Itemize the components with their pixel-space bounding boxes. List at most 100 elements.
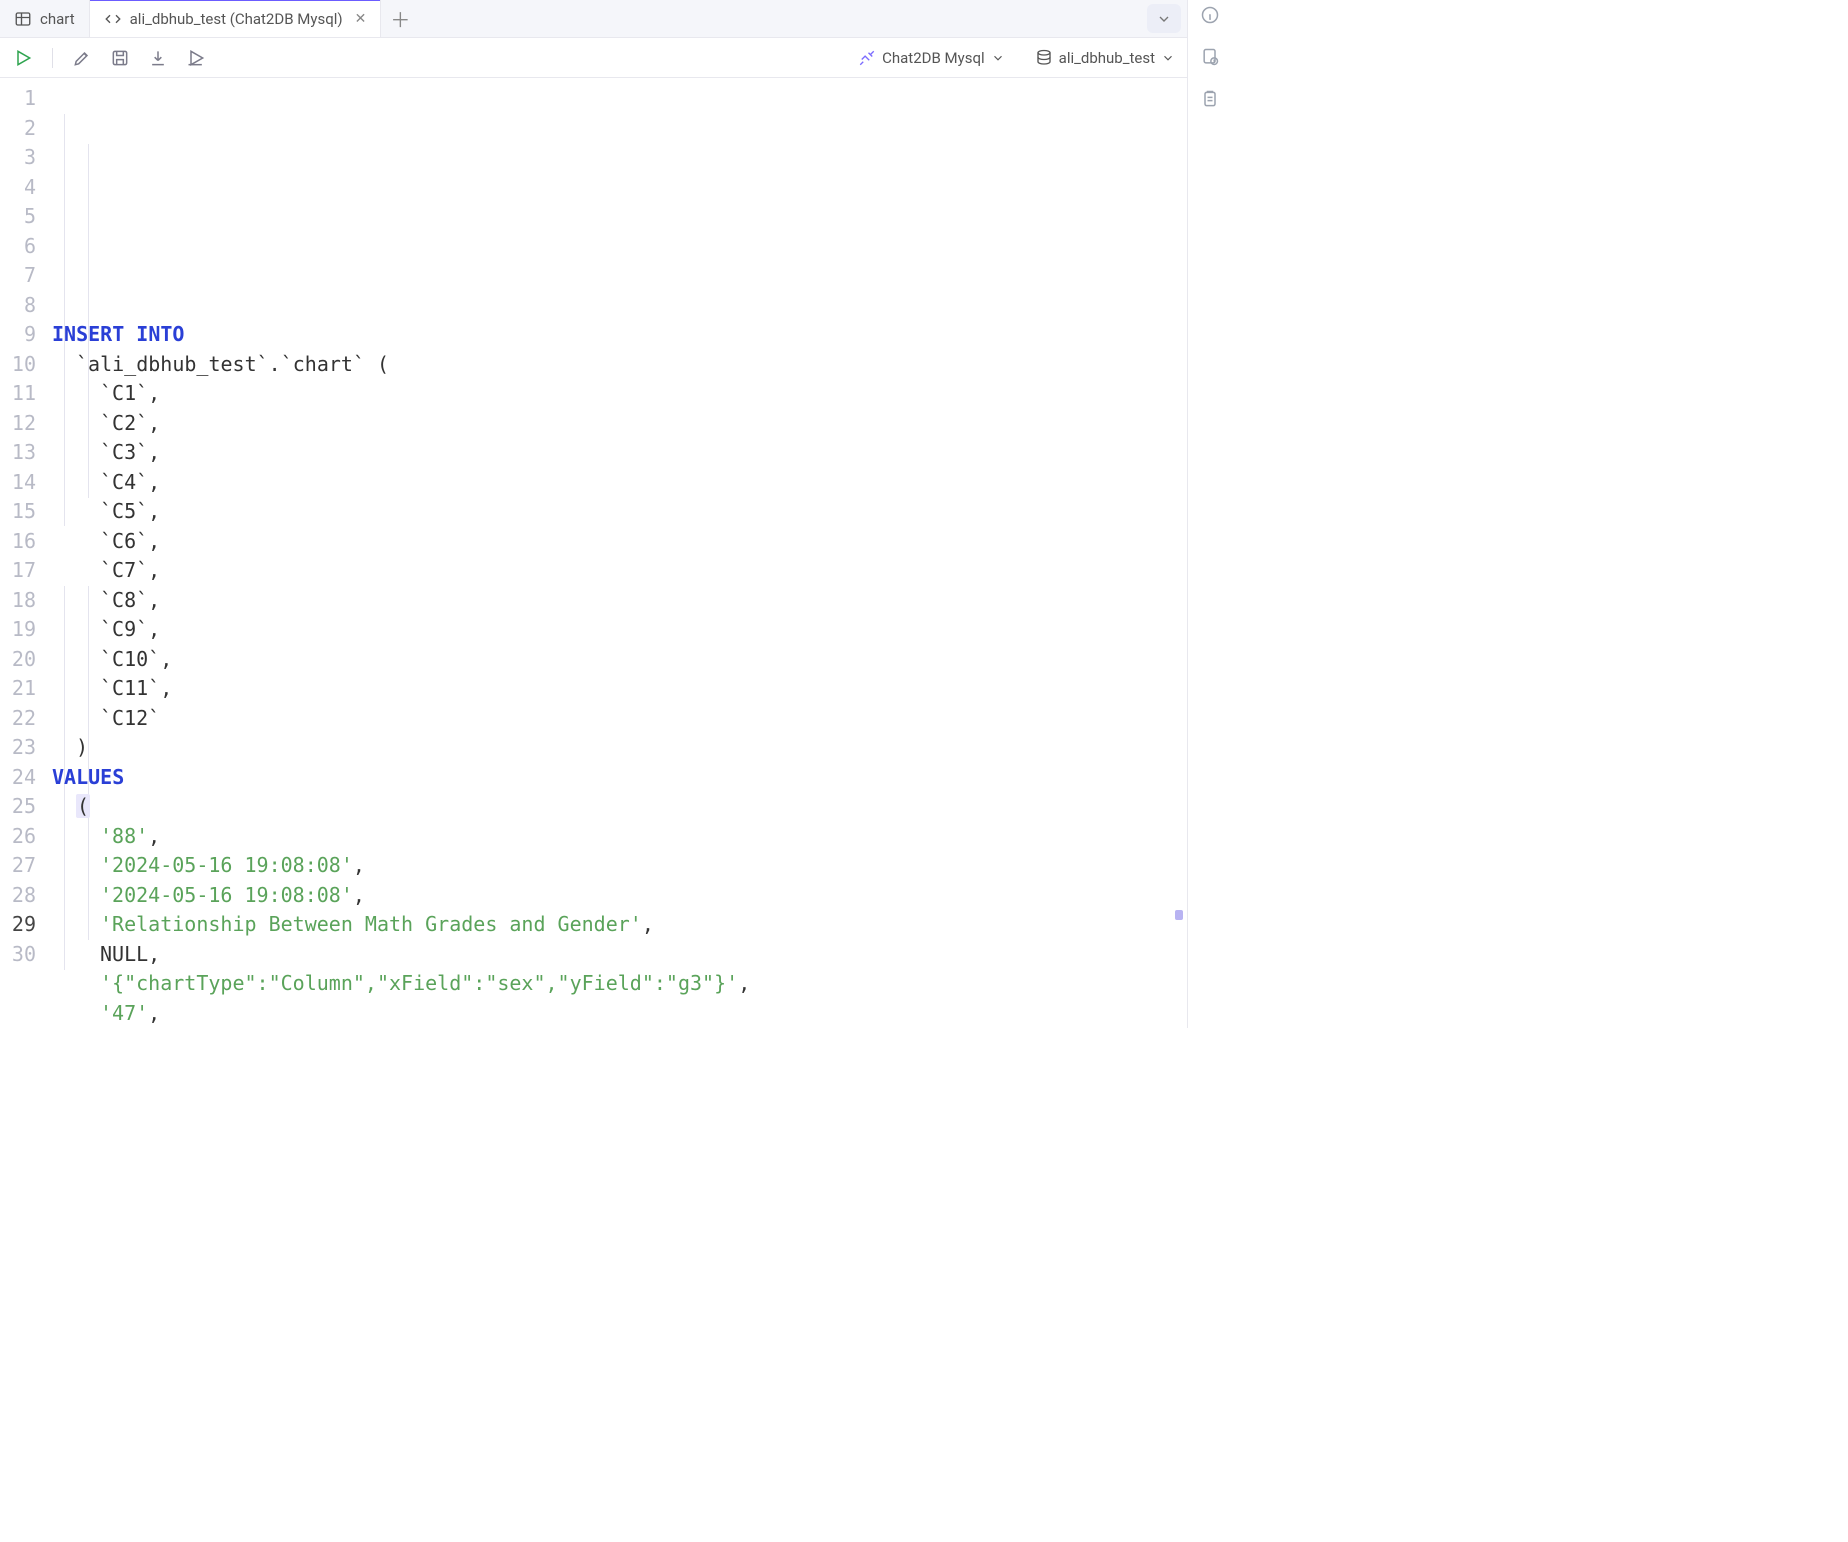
token-punct: , [148, 529, 160, 553]
tab-label: chart [40, 10, 75, 28]
line-number: 16 [0, 527, 36, 557]
tab-chart[interactable]: chart [0, 0, 90, 37]
line-number: 14 [0, 468, 36, 498]
code-line[interactable]: '88', [48, 822, 1187, 852]
code-line[interactable]: `C12` [48, 704, 1187, 734]
chevron-down-icon [1161, 51, 1175, 65]
token-str: 'Relationship Between Math Grades and Ge… [100, 912, 642, 936]
token-nullkw: NULL [100, 942, 148, 966]
connection-selector[interactable]: Chat2DB Mysql [858, 49, 1005, 67]
code-line[interactable]: `C1`, [48, 379, 1187, 409]
code-line[interactable]: 'Relationship Between Math Grades and Ge… [48, 910, 1187, 940]
code-line[interactable]: `C10`, [48, 645, 1187, 675]
line-number: 12 [0, 409, 36, 439]
line-number: 19 [0, 615, 36, 645]
line-number: 4 [0, 173, 36, 203]
line-number: 29 [0, 910, 36, 940]
code-line[interactable]: `C11`, [48, 674, 1187, 704]
code-line[interactable]: '47', [48, 999, 1187, 1029]
history-icon[interactable] [1199, 46, 1221, 68]
tabs-overflow-button[interactable] [1147, 4, 1181, 33]
line-gutter: 1234567891011121314151617181920212223242… [0, 78, 48, 1028]
token-str: '2024-05-16 19:08:08' [100, 853, 353, 877]
line-number: 13 [0, 438, 36, 468]
line-number: 8 [0, 291, 36, 321]
token-ident: `C12` [100, 706, 160, 730]
token-ident: `C3` [100, 440, 148, 464]
token-punct: , [148, 440, 160, 464]
code-line[interactable]: VALUES [48, 763, 1187, 793]
token-punct: , [148, 824, 160, 848]
token-punct: , [148, 942, 160, 966]
database-label: ali_dbhub_test [1059, 49, 1155, 67]
save-icon[interactable] [109, 47, 131, 69]
token-ident: `C10` [100, 647, 160, 671]
token-punct: , [148, 381, 160, 405]
token-punct: , [353, 883, 365, 907]
token-punct: , [353, 853, 365, 877]
token-punct: , [148, 499, 160, 523]
code-line[interactable]: `C2`, [48, 409, 1187, 439]
line-number: 5 [0, 202, 36, 232]
database-selector[interactable]: ali_dbhub_test [1035, 49, 1175, 67]
code-line[interactable]: NULL, [48, 940, 1187, 970]
edit-icon[interactable] [71, 47, 93, 69]
code-line[interactable]: ) [48, 733, 1187, 763]
add-tab-button[interactable]: ＋ [381, 0, 419, 37]
token-ident: `C8` [100, 588, 148, 612]
token-str: '{"chartType":"Column","xField":"sex","y… [100, 971, 738, 995]
code-line[interactable]: INSERT INTO [48, 320, 1187, 350]
token-punct: , [148, 588, 160, 612]
line-number: 7 [0, 261, 36, 291]
code-line[interactable]: ( [48, 792, 1187, 822]
code-line[interactable]: '{"chartType":"Column","xField":"sex","y… [48, 969, 1187, 999]
explain-icon[interactable] [185, 47, 207, 69]
table-icon [14, 10, 32, 28]
database-icon [1035, 49, 1053, 67]
line-number: 23 [0, 733, 36, 763]
token-ident: `C2` [100, 411, 148, 435]
token-punct: , [160, 676, 172, 700]
line-number: 24 [0, 763, 36, 793]
sql-editor[interactable]: 1234567891011121314151617181920212223242… [0, 78, 1187, 1028]
token-punct: , [642, 912, 654, 936]
code-line[interactable]: `C6`, [48, 527, 1187, 557]
code-area[interactable]: INSERT INTO`ali_dbhub_test`.`chart` (`C1… [48, 78, 1187, 1028]
divider [52, 48, 53, 68]
line-number: 1 [0, 84, 36, 114]
token-punct: , [148, 558, 160, 582]
code-icon [104, 10, 122, 28]
token-punct: , [160, 647, 172, 671]
token-ident: `ali_dbhub_test`.`chart` [76, 352, 365, 376]
code-line[interactable]: `C3`, [48, 438, 1187, 468]
code-line[interactable]: `ali_dbhub_test`.`chart` ( [48, 350, 1187, 380]
code-line[interactable]: '2024-05-16 19:08:08', [48, 851, 1187, 881]
code-line[interactable]: `C9`, [48, 615, 1187, 645]
code-line[interactable]: `C5`, [48, 497, 1187, 527]
line-number: 11 [0, 379, 36, 409]
token-punct: , [738, 971, 750, 995]
token-kw: VALUES [52, 765, 124, 789]
code-line[interactable]: `C8`, [48, 586, 1187, 616]
code-line[interactable]: '2024-05-16 19:08:08', [48, 881, 1187, 911]
clipboard-icon[interactable] [1199, 88, 1221, 110]
download-icon[interactable] [147, 47, 169, 69]
line-number: 22 [0, 704, 36, 734]
token-punct: ( [76, 794, 90, 818]
line-number: 27 [0, 851, 36, 881]
line-number: 25 [0, 792, 36, 822]
tab-sql-console[interactable]: ali_dbhub_test (Chat2DB Mysql) ✕ [90, 0, 382, 37]
token-punct: , [148, 1001, 160, 1025]
line-number: 3 [0, 143, 36, 173]
line-number: 17 [0, 556, 36, 586]
code-line[interactable]: `C4`, [48, 468, 1187, 498]
token-ident: `C11` [100, 676, 160, 700]
token-ident: `C7` [100, 558, 148, 582]
info-icon[interactable] [1199, 4, 1221, 26]
token-str: '2024-05-16 19:08:08' [100, 883, 353, 907]
run-icon[interactable] [12, 47, 34, 69]
close-icon[interactable]: ✕ [355, 11, 367, 27]
code-line[interactable]: `C7`, [48, 556, 1187, 586]
line-number: 6 [0, 232, 36, 262]
line-number: 15 [0, 497, 36, 527]
